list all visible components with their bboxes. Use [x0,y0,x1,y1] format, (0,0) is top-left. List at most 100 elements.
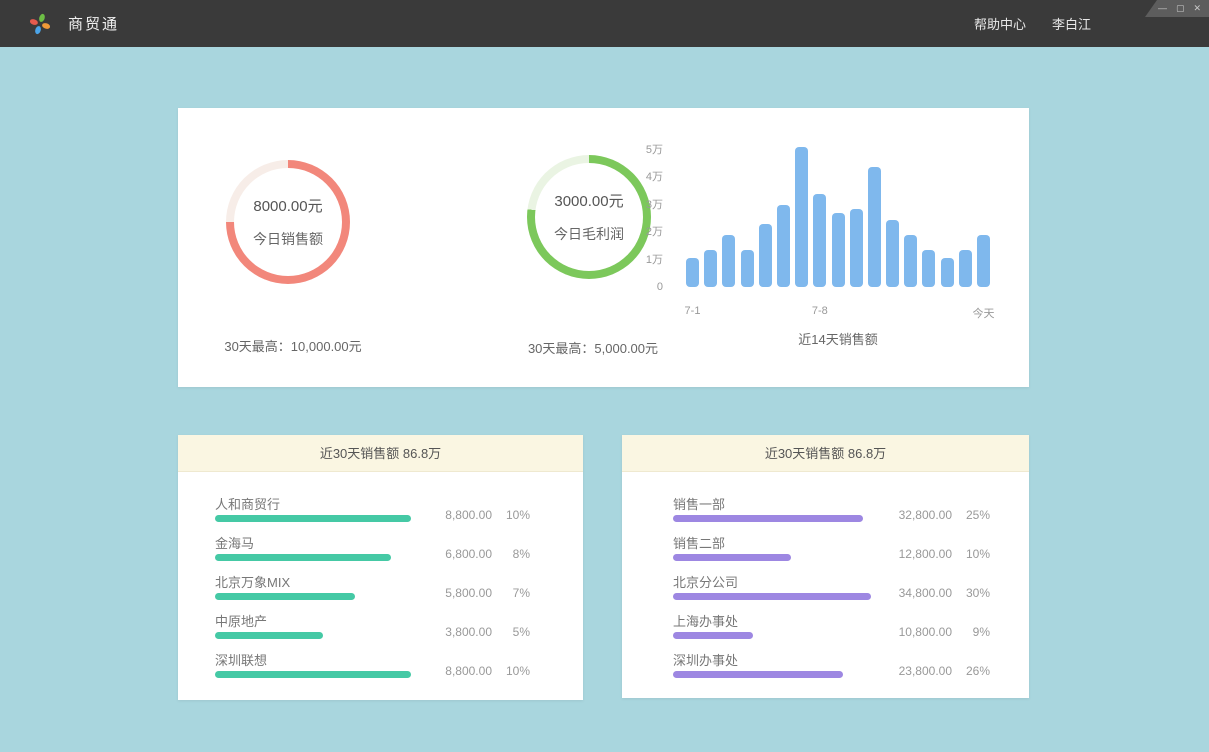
rank-row-name: 人和商贸行 [215,494,280,513]
sales-bar-1 [704,250,717,287]
rank-row-bar [215,593,355,600]
rank-row-name: 金海马 [215,533,254,552]
rank-row-numbers: 8,800.0010% [408,508,530,522]
rank-row: 销售一部 32,800.0025% [673,494,990,533]
rank-row-bar [673,593,871,600]
rank-row-bar [215,515,411,522]
today-profit-donut: 3000.00元 今日毛利润 [527,155,651,279]
sales-bar-5 [777,205,790,288]
rank-row-numbers: 10,800.009% [868,625,990,639]
rank-row-bar-track [215,632,415,639]
app-title: 商贸通 [68,13,119,34]
rank-row-name: 深圳联想 [215,650,267,669]
rank-row-bar-track [215,671,415,678]
x-tick-label: 7-1 [685,305,701,317]
department-rank-card: 近30天销售额 86.8万 销售一部 32,800.0025% 销售二部 12,800… [622,435,1029,698]
summary-card: 8000.00元 今日销售额 30天最高：10,000.00元 3000.00元… [178,108,1029,387]
sales-chart-x-axis: 7-17-8今天 [686,305,990,319]
rank-row-numbers: 23,800.0026% [868,664,990,678]
rank-row-bar-track [673,554,873,561]
minimize-button[interactable]: — [1158,0,1167,17]
rank-row-percent: 25% [952,508,990,522]
close-button[interactable]: ✕ [1193,0,1201,17]
today-profit-donut-center: 3000.00元 今日毛利润 [527,155,651,279]
rank-row: 中原地产 3,800.005% [215,611,530,650]
rank-row-name: 北京万象MIX [215,572,290,591]
x-tick-label: 7-8 [812,305,828,317]
department-rank-title: 近30天销售额 86.8万 [622,435,1029,472]
sales-bar-15 [959,250,972,287]
rank-row: 深圳联想 8,800.0010% [215,650,530,689]
rank-row: 北京分公司 34,800.0030% [673,572,990,611]
rank-row-value: 3,800.00 [408,625,492,639]
rank-row-numbers: 6,800.008% [408,547,530,561]
sales-bar-16 [977,235,990,287]
window-controls: — ▢ ✕ [1145,0,1209,17]
rank-row-bar-track [215,515,415,522]
rank-row-percent: 26% [952,664,990,678]
customer-rank-card: 近30天销售额 86.8万 人和商贸行8,800.0010%金海马6,800.0… [178,435,583,700]
profit-30day-max-label: 30天最高：5,000.00元 [478,338,708,357]
sales-bar-8 [832,213,845,287]
sales-bar-3 [741,250,754,287]
sales-bar-4 [759,224,772,287]
sales-bar-9 [850,209,863,287]
rank-row-bar [215,554,391,561]
customer-rank-list: 人和商贸行8,800.0010%金海马6,800.008%北京万象MIX5,80… [215,472,530,689]
sales-bar-2 [722,235,735,287]
rank-row-bar-track [673,671,873,678]
today-sales-donut: 8000.00元 今日销售额 [226,160,350,284]
today-sales-donut-center: 8000.00元 今日销售额 [226,160,350,284]
sales-bar-14 [941,258,954,287]
sales-bar-13 [922,250,935,287]
department-rank-list: 销售一部 32,800.0025% 销售二部 12,800.0010% 北京分公司 34,… [673,472,990,689]
rank-row: 上海办事处 10,800.009% [673,611,990,650]
rank-row-bar [673,671,843,678]
rank-row-value: 32,800.00 [868,508,952,522]
rank-row-value: 6,800.00 [408,547,492,561]
rank-row-percent: 7% [492,586,530,600]
rank-row-bar-track [673,515,873,522]
rank-row-name: 北京分公司 [673,572,738,591]
rank-row-value: 8,800.00 [408,664,492,678]
sales-chart-title: 近14天销售额 [686,329,990,348]
sales-bar-12 [904,235,917,287]
rank-row-bar-track [215,593,415,600]
rank-row-numbers: 5,800.007% [408,586,530,600]
rank-row-percent: 30% [952,586,990,600]
rank-row-value: 34,800.00 [868,586,952,600]
rank-row-percent: 10% [952,547,990,561]
user-name-link[interactable]: 李白江 [1052,14,1091,33]
maximize-button[interactable]: ▢ [1176,0,1185,17]
rank-row-bar-track [673,593,873,600]
rank-row-value: 5,800.00 [408,586,492,600]
rank-row-name: 销售二部 [673,533,725,552]
rank-row-numbers: 12,800.0010% [868,547,990,561]
sales-bar-7 [813,194,826,288]
rank-row-name: 中原地产 [215,611,267,630]
today-sales-label: 今日销售额 [253,229,323,249]
rank-row-value: 23,800.00 [868,664,952,678]
rank-row: 人和商贸行 8,800.0010% [215,494,530,533]
today-profit-label: 今日毛利润 [554,224,624,244]
rank-row-numbers: 8,800.0010% [408,664,530,678]
sales-bar-10 [868,167,881,287]
rank-row: 金海马 6,800.008% [215,533,530,572]
rank-row-numbers: 32,800.0025% [868,508,990,522]
rank-row-percent: 5% [492,625,530,639]
sales-bar-11 [886,220,899,287]
rank-row-percent: 10% [492,508,530,522]
rank-row-name: 上海办事处 [673,611,738,630]
y-tick-label: 0 [618,280,663,294]
rank-row-name: 销售一部 [673,494,725,513]
rank-row-bar [673,515,863,522]
rank-row-bar-track [215,554,415,561]
rank-row-bar [673,554,791,561]
rank-row: 销售二部 12,800.0010% [673,533,990,572]
app-logo-icon [28,12,52,36]
rank-row-percent: 8% [492,547,530,561]
sales-chart-bars [686,144,990,287]
help-center-link[interactable]: 帮助中心 [974,14,1026,33]
customer-rank-title: 近30天销售额 86.8万 [178,435,583,472]
rank-row-bar-track [673,632,873,639]
